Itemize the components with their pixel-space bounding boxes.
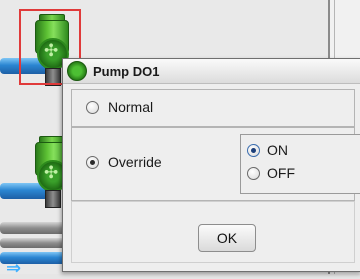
on-radio-option[interactable]: ON: [247, 142, 288, 158]
pump-icon: [67, 61, 87, 81]
pipe: [0, 238, 70, 248]
off-radio-label: OFF: [267, 165, 295, 181]
flow-arrow-icon: ⇒: [6, 258, 22, 279]
on-radio-button[interactable]: [247, 143, 260, 157]
on-radio-label: ON: [267, 142, 288, 158]
override-mode-panel: Override ON OFF: [71, 127, 360, 201]
button-panel: OK: [71, 201, 355, 263]
override-state-group: ON OFF: [240, 134, 360, 194]
override-radio-option[interactable]: Override: [86, 154, 162, 170]
dialog-title: Pump DO1: [93, 63, 160, 79]
override-radio-button[interactable]: [86, 155, 99, 169]
normal-mode-panel: Normal: [71, 89, 355, 127]
pump-control-dialog: Pump DO1 Normal Override ON OFF OK: [62, 58, 360, 272]
ok-button[interactable]: OK: [198, 224, 256, 252]
off-radio-option[interactable]: OFF: [247, 165, 295, 181]
normal-radio-label: Normal: [108, 99, 154, 115]
normal-radio-option[interactable]: Normal: [86, 99, 153, 115]
off-radio-button[interactable]: [247, 166, 260, 180]
dialog-titlebar[interactable]: Pump DO1: [63, 59, 360, 84]
pipe: [0, 222, 70, 234]
override-radio-label: Override: [108, 154, 162, 170]
normal-radio-button[interactable]: [86, 100, 99, 114]
